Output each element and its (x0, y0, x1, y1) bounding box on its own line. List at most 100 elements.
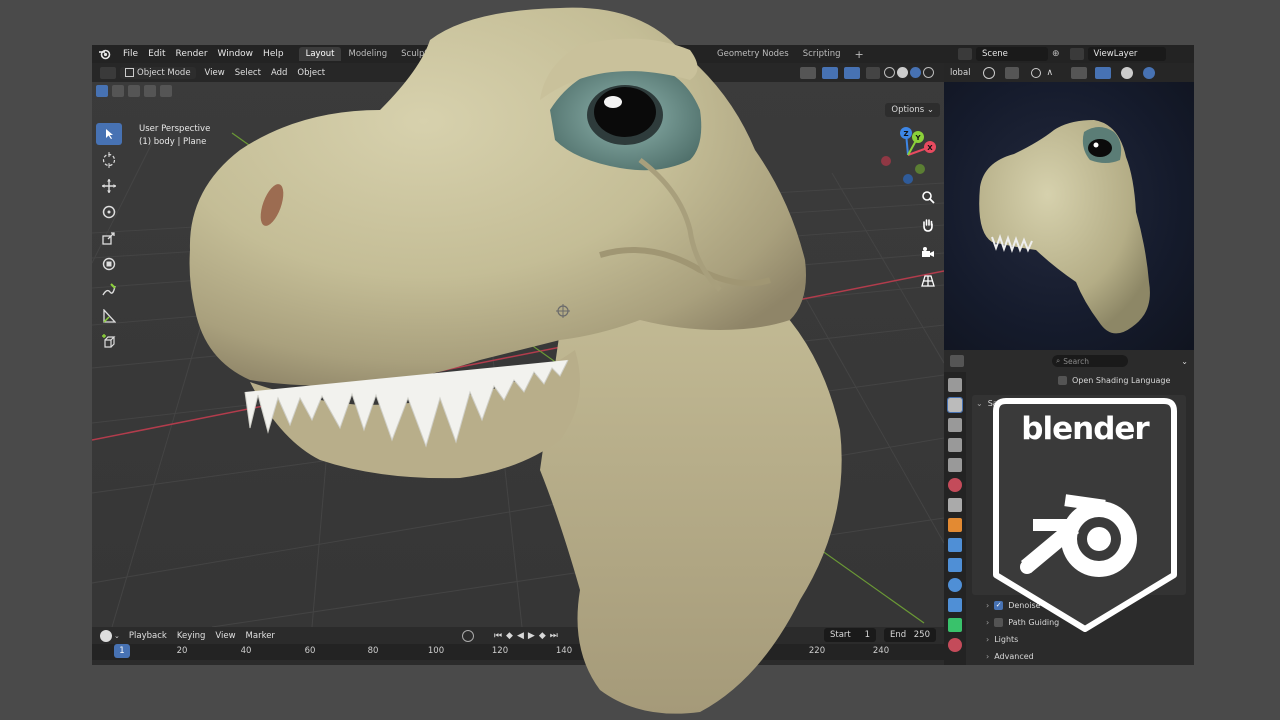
view-layer-icon[interactable] (1069, 48, 1084, 60)
tab-layout[interactable]: Layout (298, 47, 342, 61)
render-tab-icon[interactable] (947, 397, 963, 413)
proportional-edit-icon[interactable] (1030, 67, 1041, 78)
blender-logo-icon[interactable] (96, 47, 112, 61)
start-frame-field[interactable]: Start 1 (824, 628, 876, 642)
properties-search-input[interactable]: ⌕ Search (1052, 355, 1128, 367)
pivot-icon[interactable] (982, 66, 995, 79)
select-intersect-icon[interactable] (160, 85, 172, 97)
camera-view-icon[interactable] (918, 243, 938, 263)
menu-select[interactable]: Select (230, 68, 266, 78)
view-layer-field[interactable]: ViewLayer (1087, 47, 1166, 61)
preview-shading-icon[interactable] (1143, 66, 1156, 79)
modifier-tab-icon[interactable] (948, 538, 962, 552)
visibility-icon[interactable] (800, 66, 816, 79)
chevron-down-icon[interactable]: ⌄ (1181, 357, 1188, 366)
auto-keying-icon[interactable] (461, 629, 474, 642)
select-subtract-icon[interactable] (128, 85, 140, 97)
shading-wireframe-icon[interactable] (884, 67, 895, 78)
play-icon[interactable]: ▶ (528, 631, 535, 641)
tool-tab-icon[interactable] (948, 378, 962, 392)
view-layer-tab-icon[interactable] (948, 438, 962, 452)
menu-keying[interactable]: Keying (172, 631, 211, 641)
cursor-tool-icon[interactable] (96, 149, 122, 171)
preview-overlay-icon[interactable] (1121, 66, 1134, 79)
move-tool-icon[interactable] (96, 175, 122, 197)
overlay-toggle-icon[interactable] (844, 66, 860, 79)
rotate-tool-icon[interactable] (96, 201, 122, 223)
select-new-icon[interactable] (96, 85, 108, 97)
prev-keyframe-icon[interactable]: ◆ (506, 631, 513, 641)
scene-field[interactable]: Scene (976, 47, 1048, 61)
gizmo-toggle-icon[interactable] (822, 66, 838, 79)
3d-viewport[interactable]: Object Mode View Select Add Object User … (92, 63, 944, 627)
tab-uv-editing[interactable]: UV Ed (448, 47, 488, 61)
menu-render[interactable]: Render (171, 49, 213, 59)
menu-file[interactable]: File (118, 49, 143, 59)
tab-modeling[interactable]: Modeling (341, 47, 394, 61)
menu-marker[interactable]: Marker (241, 631, 280, 641)
play-reverse-icon[interactable]: ◀ (517, 631, 524, 641)
advanced-row[interactable]: › Advanced (968, 648, 1190, 665)
shading-material-icon[interactable] (910, 67, 921, 78)
lights-row[interactable]: › Lights (968, 631, 1190, 648)
options-button[interactable]: Options ⌄ (885, 103, 940, 117)
physics-tab-icon[interactable] (948, 578, 962, 592)
particles-tab-icon[interactable] (948, 558, 962, 572)
tab-scripting[interactable]: Scripting (796, 47, 848, 61)
tab-sculpting[interactable]: Sculpting (394, 47, 448, 61)
editor-type-chevron-icon[interactable]: ⌄ (114, 632, 120, 640)
osl-checkbox[interactable] (1058, 376, 1067, 385)
pin-icon[interactable]: ⊕ (1052, 49, 1060, 59)
scene-icon[interactable] (958, 48, 972, 60)
shading-rendered-icon[interactable] (923, 67, 934, 78)
preview-visibility-icon[interactable] (1071, 66, 1088, 79)
end-frame-field[interactable]: End 250 (884, 628, 936, 642)
add-cube-tool-icon[interactable] (96, 331, 122, 353)
object-mode-dropdown[interactable]: Object Mode (120, 66, 196, 79)
select-extend-icon[interactable] (112, 85, 124, 97)
menu-add[interactable]: Add (266, 68, 292, 78)
world-tab-icon[interactable] (948, 478, 962, 492)
menu-edit[interactable]: Edit (143, 49, 170, 59)
tab-geometry-nodes[interactable]: Geometry Nodes (710, 47, 796, 61)
annotate-tool-icon[interactable] (96, 279, 122, 301)
select-invert-icon[interactable] (144, 85, 156, 97)
properties-editor-icon[interactable] (950, 355, 964, 367)
frame-ruler[interactable]: 1 20 40 60 80 100 120 140 220 240 (92, 644, 944, 660)
transform-tool-icon[interactable] (96, 253, 122, 275)
measure-tool-icon[interactable] (96, 305, 122, 327)
clock-icon[interactable] (100, 629, 112, 642)
menu-help[interactable]: Help (258, 49, 289, 59)
xray-icon[interactable] (866, 66, 880, 79)
select-tool-icon[interactable] (96, 123, 122, 145)
menu-window[interactable]: Window (213, 49, 259, 59)
preview-gizmo-icon[interactable] (1095, 66, 1112, 79)
constraints-tab-icon[interactable] (948, 598, 962, 612)
navigation-gizmo[interactable]: X Z Y (876, 123, 940, 187)
jump-end-icon[interactable]: ⏭ (550, 631, 558, 641)
jump-start-icon[interactable]: ⏮ (494, 631, 502, 641)
add-workspace-icon[interactable]: + (848, 46, 871, 63)
material-tab-icon[interactable] (948, 638, 962, 652)
menu-view[interactable]: View (200, 68, 230, 78)
menu-object[interactable]: Object (292, 68, 330, 78)
editor-type-icon[interactable] (100, 66, 116, 79)
menu-timeline-view[interactable]: View (210, 631, 240, 641)
object-tab-icon[interactable] (948, 518, 962, 532)
scene-tab-icon[interactable] (948, 458, 962, 472)
data-tab-icon[interactable] (948, 618, 962, 632)
collection-tab-icon[interactable] (948, 498, 962, 512)
current-frame-indicator[interactable]: 1 (114, 644, 130, 658)
zoom-icon[interactable] (918, 187, 938, 207)
output-tab-icon[interactable] (948, 418, 962, 432)
render-preview[interactable] (944, 82, 1194, 350)
perspective-toggle-icon[interactable] (918, 271, 938, 291)
transform-orientation-label[interactable]: lobal (946, 68, 975, 78)
shading-solid-icon[interactable] (897, 67, 908, 78)
snap-icon[interactable] (1004, 66, 1019, 79)
scale-tool-icon[interactable] (96, 227, 122, 249)
hand-pan-icon[interactable] (918, 215, 938, 235)
falloff-icon[interactable]: ∧ (1047, 68, 1054, 78)
menu-playback[interactable]: Playback (124, 631, 172, 641)
next-keyframe-icon[interactable]: ◆ (539, 631, 546, 641)
